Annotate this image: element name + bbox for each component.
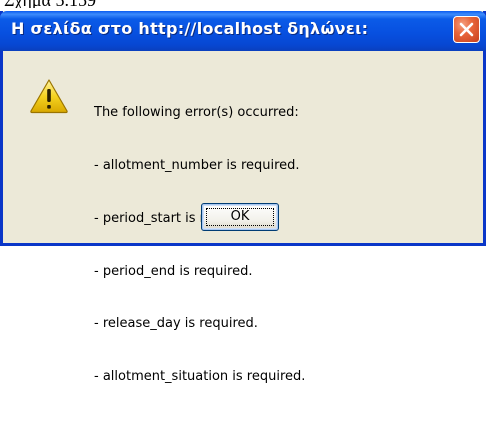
- dialog-titlebar[interactable]: Η σελίδα στο http://localhost δηλώνει:: [0, 11, 486, 51]
- message-line: - allotment_number is required.: [94, 157, 300, 173]
- message-line: - allotment_situation is required.: [94, 369, 306, 385]
- ok-button[interactable]: OK: [201, 203, 279, 231]
- warning-icon: [30, 79, 68, 114]
- figure-caption: Σχήμα 5.159: [4, 0, 96, 8]
- close-icon: [459, 22, 474, 37]
- close-button[interactable]: [453, 16, 480, 43]
- message-line: The following error(s) occurred:: [94, 105, 299, 121]
- message-line: - period_end is required.: [94, 263, 253, 279]
- ok-button-label: OK: [230, 209, 250, 224]
- dialog-title: Η σελίδα στο http://localhost δηλώνει:: [11, 19, 369, 38]
- alert-dialog: Η σελίδα στο http://localhost δηλώνει: T…: [0, 11, 486, 384]
- error-message: The following error(s) occurred: - allot…: [94, 69, 305, 421]
- message-line: - release_day is required.: [94, 316, 258, 332]
